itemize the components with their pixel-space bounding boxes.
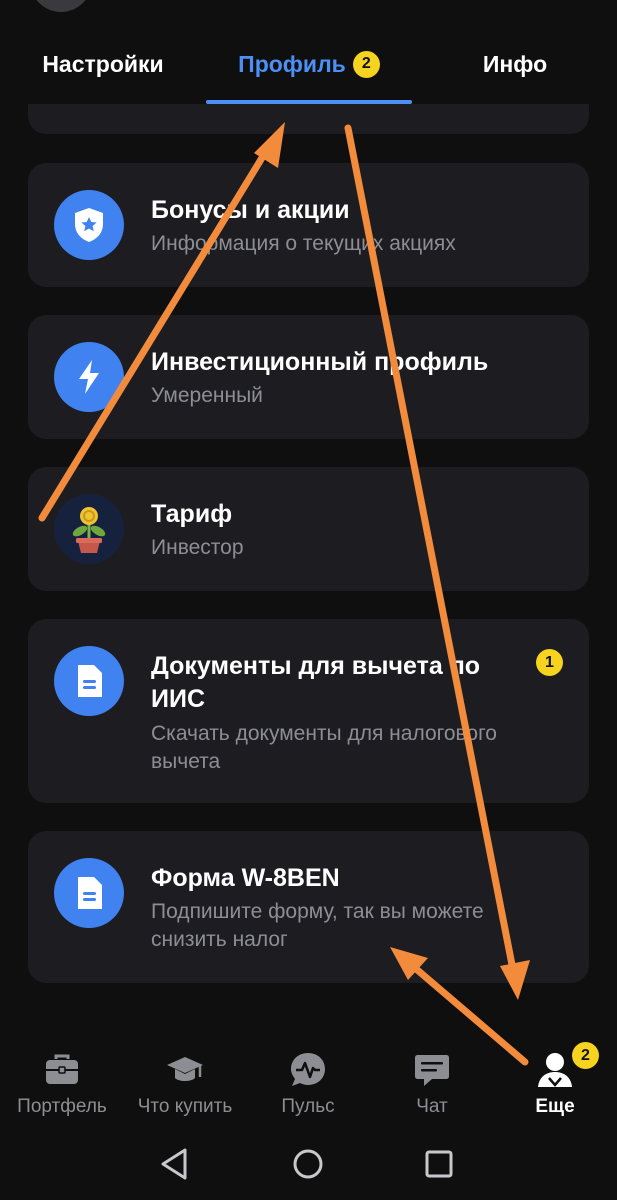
pulse-icon — [291, 1053, 325, 1086]
home-icon[interactable] — [288, 1144, 328, 1184]
briefcase-icon — [46, 1054, 78, 1084]
shield-star-icon — [54, 190, 124, 260]
list-item-title: Бонусы и акции — [151, 196, 350, 224]
tab-settings-label: Настройки — [42, 50, 164, 77]
nav-what-to-buy[interactable]: Что купить — [123, 1048, 247, 1128]
list-item-tariff[interactable]: Тариф Инвестор — [28, 467, 589, 591]
nav-chat[interactable]: Чат — [370, 1048, 494, 1128]
list-item-partial[interactable] — [28, 104, 589, 134]
list-item-subtitle: Подпишите форму, так вы можете снизить н… — [151, 900, 484, 951]
nav-pulse[interactable]: Пульс — [246, 1048, 370, 1128]
nav-more[interactable]: 2 Еще — [493, 1042, 617, 1128]
money-plant-icon — [54, 494, 124, 564]
graduation-cap-icon — [167, 1057, 203, 1081]
nav-more-badge: 2 — [572, 1042, 599, 1069]
system-navigation-bar — [0, 1130, 617, 1200]
tab-info[interactable]: Инфо — [440, 44, 590, 84]
tab-settings[interactable]: Настройки — [20, 44, 186, 84]
list-item-subtitle: Скачать документы для налогового вычета — [151, 722, 497, 773]
bottom-navigation: Портфель Что купить Пульс Чат 2 Еще — [0, 1030, 617, 1130]
tab-profile-badge: 2 — [352, 50, 380, 78]
list-item-title: Инвестиционный профиль — [151, 348, 489, 376]
list-item-w8ben[interactable]: Форма W-8BEN Подпишите форму, так вы мож… — [28, 831, 589, 983]
list-item-title: Тариф — [151, 500, 233, 528]
tab-profile[interactable]: Профиль 2 — [206, 44, 412, 84]
list-item-iis-documents[interactable]: Документы для вычета по ИИС Скачать доку… — [28, 619, 589, 803]
profile-tabs: Настройки Профиль 2 Инфо — [0, 0, 617, 104]
document-icon — [54, 646, 124, 716]
profile-menu-list: Бонусы и акции Информация о текущих акци… — [0, 104, 617, 1020]
list-item-badge: 1 — [536, 649, 563, 676]
nav-more-label: Еще — [535, 1096, 575, 1117]
tab-profile-label: Профиль — [238, 50, 346, 77]
nav-pulse-label: Пульс — [281, 1096, 335, 1117]
recents-icon[interactable] — [419, 1144, 459, 1184]
list-item-subtitle: Умеренный — [151, 384, 263, 407]
chat-icon — [415, 1055, 449, 1086]
list-item-bonuses[interactable]: Бонусы и акции Информация о текущих акци… — [28, 163, 589, 287]
back-icon[interactable] — [155, 1144, 195, 1184]
user-icon — [538, 1053, 572, 1087]
list-item-subtitle: Информация о текущих акциях — [151, 232, 456, 255]
list-item-title: Форма W-8BEN — [151, 864, 340, 892]
list-item-investment-profile[interactable]: Инвестиционный профиль Умеренный — [28, 315, 589, 439]
document-icon — [54, 858, 124, 928]
tab-info-label: Инфо — [482, 50, 548, 77]
list-item-title: Документы для вычета по ИИС — [151, 652, 481, 713]
nav-portfolio[interactable]: Портфель — [0, 1048, 124, 1128]
lightning-icon — [54, 342, 124, 412]
list-item-subtitle: Инвестор — [151, 536, 244, 559]
